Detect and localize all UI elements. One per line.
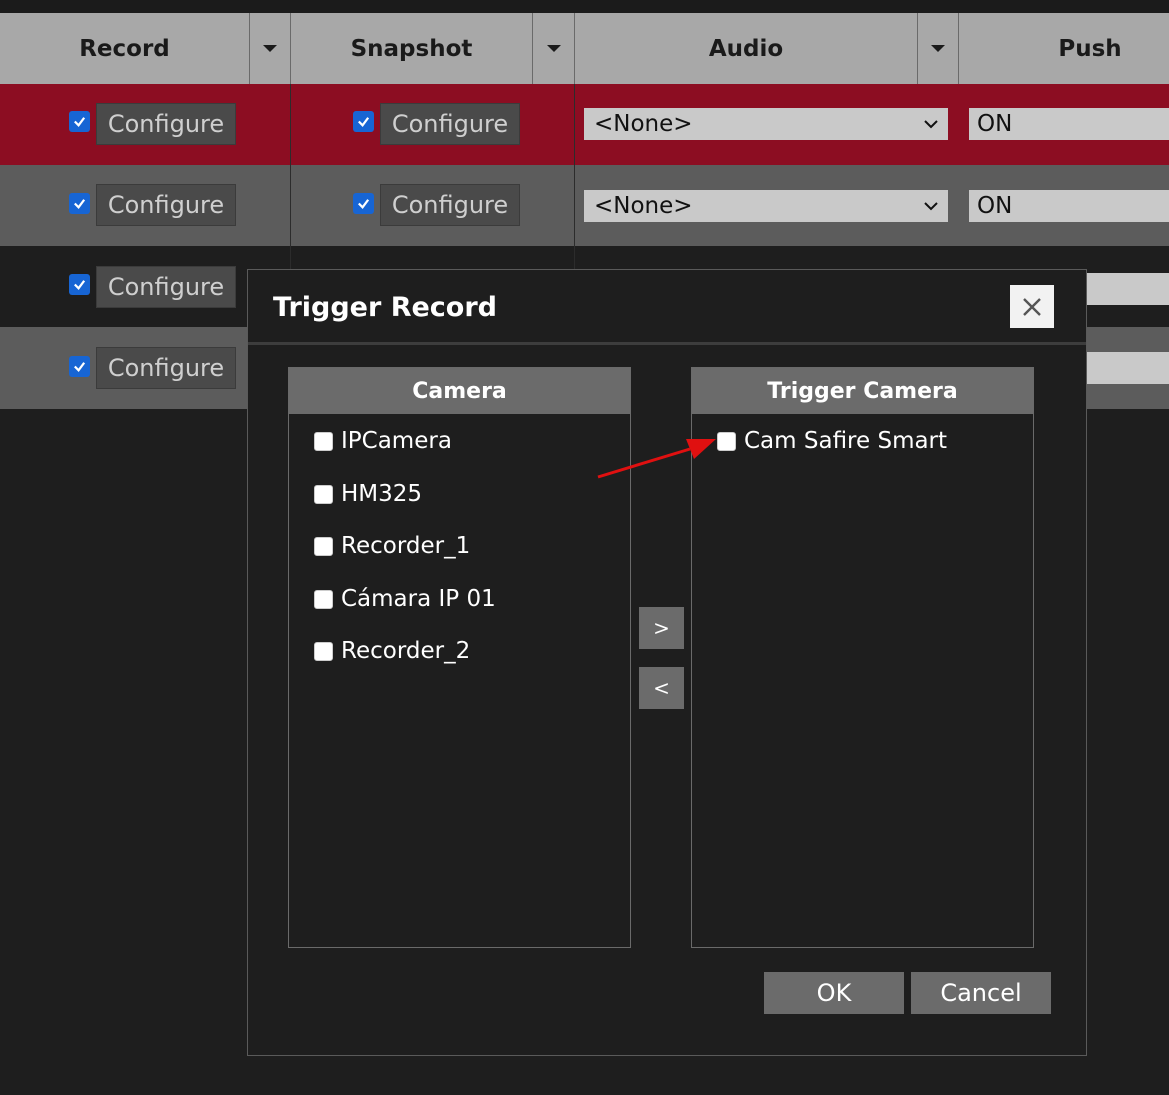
- push-field[interactable]: ON: [969, 190, 1169, 222]
- table-row[interactable]: Configure Configure <None> ON: [0, 84, 1169, 166]
- check-icon: [358, 117, 370, 127]
- camera-checkbox[interactable]: [314, 641, 333, 661]
- snapshot-checkbox[interactable]: [353, 193, 374, 214]
- snapshot-column-menu[interactable]: [532, 13, 575, 84]
- caret-down-icon: [546, 45, 561, 52]
- trigger-camera-label: Cam Safire Smart: [744, 428, 948, 454]
- caret-down-icon: [263, 45, 277, 52]
- snapshot-configure-button[interactable]: Configure: [380, 103, 520, 145]
- audio-header-label: Audio: [708, 35, 784, 62]
- camera-item-label: Recorder_2: [341, 638, 471, 664]
- camera-item-label: HM325: [341, 481, 423, 507]
- camera-checkbox[interactable]: [314, 484, 333, 504]
- chevron-down-icon: [924, 120, 938, 129]
- audio-select-value: <None>: [594, 111, 693, 137]
- record-cell: Configure: [0, 165, 291, 247]
- record-checkbox[interactable]: [69, 356, 90, 377]
- camera-checkbox[interactable]: [314, 431, 333, 451]
- camera-list-item[interactable]: IPCamera: [314, 426, 452, 456]
- camera-list-item[interactable]: HM325: [314, 479, 422, 509]
- cancel-button[interactable]: Cancel: [911, 972, 1051, 1014]
- camera-checkbox[interactable]: [314, 589, 333, 609]
- audio-select[interactable]: <None>: [584, 190, 948, 222]
- check-icon: [74, 362, 86, 372]
- snapshot-cell: Configure: [291, 84, 575, 166]
- snapshot-header-label: Snapshot: [350, 35, 473, 62]
- push-field[interactable]: [1085, 352, 1169, 384]
- snapshot-cell: Configure: [291, 165, 575, 247]
- trigger-camera-item[interactable]: Cam Safire Smart: [717, 426, 947, 456]
- camera-list-item[interactable]: Recorder_2: [314, 636, 470, 666]
- push-header-label: Push: [1058, 35, 1122, 62]
- record-checkbox[interactable]: [69, 111, 90, 132]
- dialog-title: Trigger Record: [273, 292, 498, 323]
- column-header-record[interactable]: Record: [0, 13, 250, 84]
- check-icon: [74, 117, 86, 127]
- annotation-arrow: [597, 439, 716, 479]
- move-left-button[interactable]: <: [639, 667, 684, 709]
- caret-down-icon: [931, 45, 945, 52]
- check-icon: [74, 280, 86, 290]
- push-field[interactable]: [1085, 273, 1169, 305]
- record-column-menu[interactable]: [249, 13, 291, 84]
- camera-item-label: Cámara IP 01: [341, 586, 496, 612]
- record-configure-button[interactable]: Configure: [96, 347, 236, 389]
- record-cell: Configure: [0, 84, 291, 166]
- record-checkbox[interactable]: [69, 193, 90, 214]
- trigger-panel-header: Trigger Camera: [692, 368, 1033, 414]
- check-icon: [358, 199, 370, 209]
- close-button[interactable]: [1010, 285, 1054, 328]
- camera-checkbox[interactable]: [314, 536, 333, 556]
- trigger-record-dialog: Trigger Record Camera IPCamera HM325 Rec…: [247, 269, 1087, 1056]
- record-configure-button[interactable]: Configure: [96, 266, 236, 308]
- close-icon: [1023, 297, 1041, 316]
- record-configure-button[interactable]: Configure: [96, 103, 236, 145]
- record-configure-button[interactable]: Configure: [96, 184, 236, 226]
- top-strip: [0, 0, 1169, 13]
- camera-list-item[interactable]: Cámara IP 01: [314, 584, 496, 614]
- push-field[interactable]: ON: [969, 108, 1169, 140]
- snapshot-checkbox[interactable]: [353, 111, 374, 132]
- camera-list-item[interactable]: Recorder_1: [314, 531, 470, 561]
- audio-column-menu[interactable]: [917, 13, 959, 84]
- record-checkbox[interactable]: [69, 274, 90, 295]
- check-icon: [74, 199, 86, 209]
- record-header-label: Record: [79, 35, 170, 62]
- move-right-button[interactable]: >: [639, 607, 684, 649]
- chevron-down-icon: [924, 202, 938, 211]
- column-header-snapshot[interactable]: Snapshot: [291, 13, 533, 84]
- snapshot-configure-button[interactable]: Configure: [380, 184, 520, 226]
- table-row[interactable]: Configure Configure <None> ON: [0, 165, 1169, 247]
- dialog-divider: [248, 342, 1086, 345]
- ok-button[interactable]: OK: [764, 972, 904, 1014]
- audio-select[interactable]: <None>: [584, 108, 948, 140]
- camera-panel-header: Camera: [289, 368, 630, 414]
- audio-select-value: <None>: [594, 193, 693, 219]
- camera-item-label: Recorder_1: [341, 533, 471, 559]
- camera-item-label: IPCamera: [341, 428, 452, 454]
- column-header-audio[interactable]: Audio: [575, 13, 918, 84]
- trigger-camera-panel: Trigger Camera Cam Safire Smart: [691, 367, 1034, 948]
- column-header-push[interactable]: Push: [959, 13, 1169, 84]
- camera-list-panel: Camera IPCamera HM325 Recorder_1 Cámara …: [288, 367, 631, 948]
